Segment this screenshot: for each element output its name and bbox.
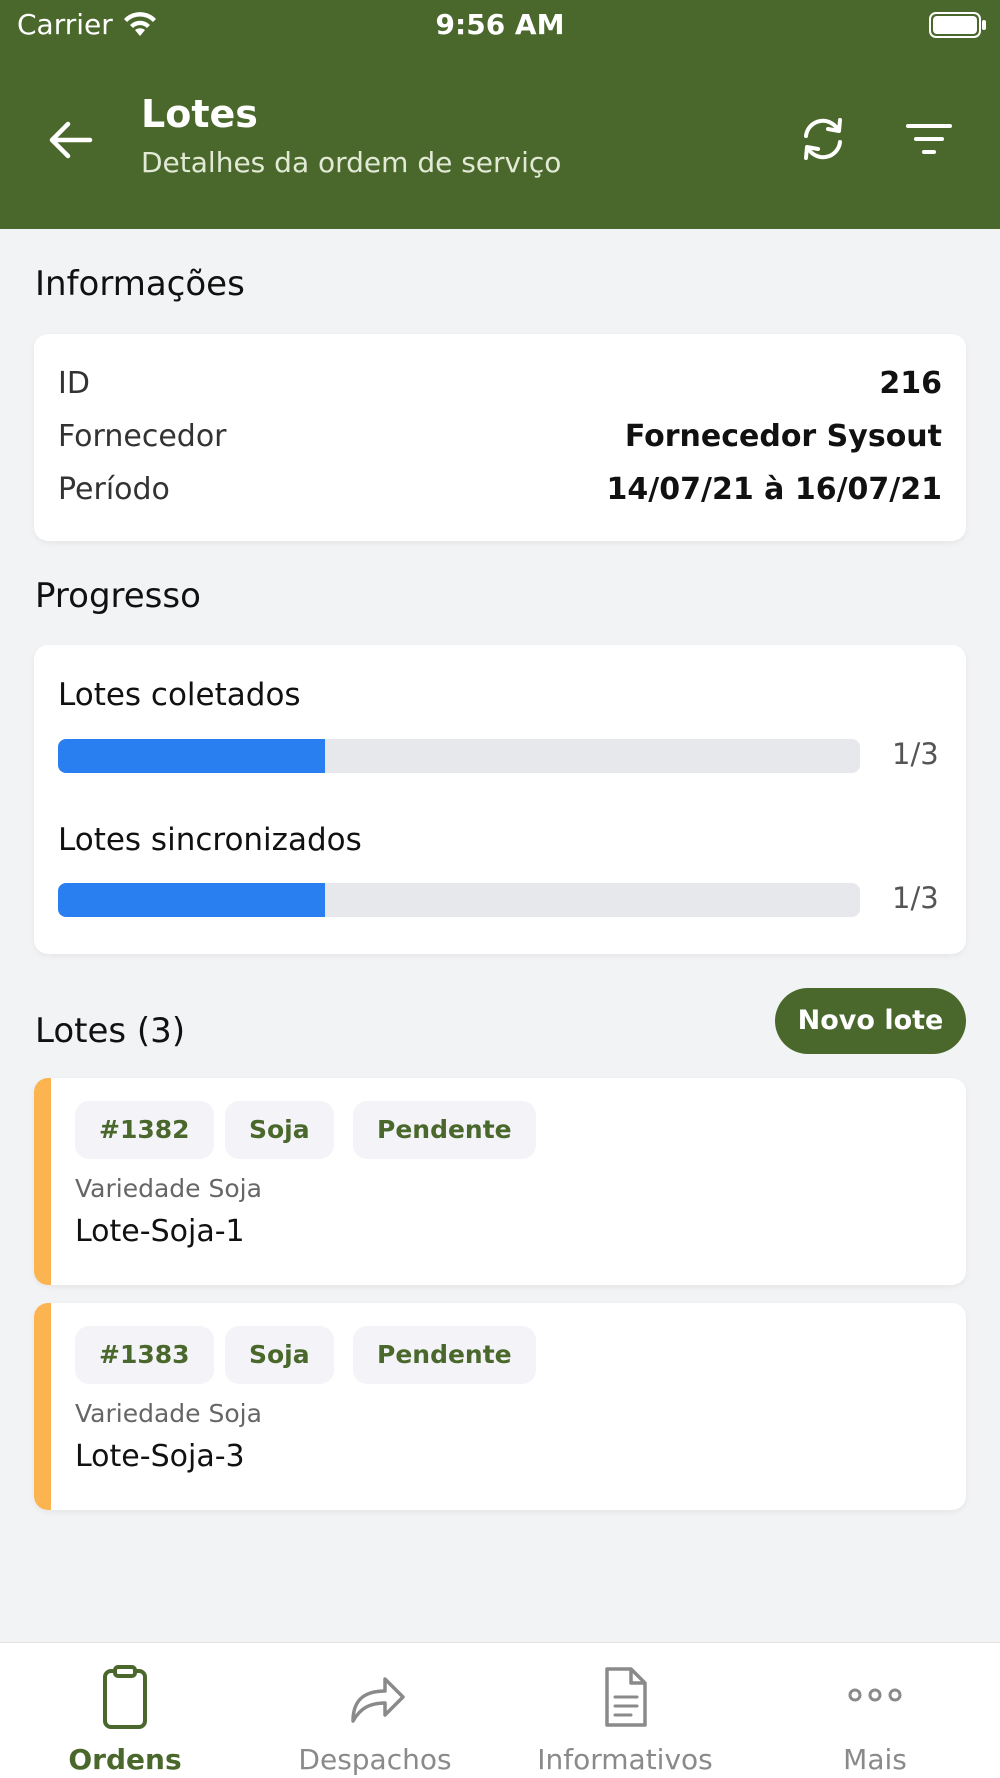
tab-label: Informativos (537, 1743, 713, 1776)
tab-label: Ordens (68, 1743, 182, 1776)
tab-mais[interactable]: Mais (750, 1643, 1000, 1778)
progress-count-coletados: 1/3 (892, 737, 939, 771)
info-row-id: ID 216 (58, 366, 942, 410)
lote-variety: Variedade Soja (75, 1174, 262, 1203)
battery-icon (929, 12, 986, 38)
lote-id-chip: #1383 (75, 1326, 214, 1384)
crop-chip: Soja (225, 1326, 334, 1384)
info-section-title: Informações (35, 264, 245, 304)
tab-label: Despachos (298, 1743, 452, 1776)
more-dots-icon (848, 1688, 902, 1702)
info-card: ID 216 Fornecedor Fornecedor Sysout Perí… (34, 334, 966, 541)
tab-ordens[interactable]: Ordens (0, 1643, 250, 1778)
lotes-section-title: Lotes (3) (35, 1011, 186, 1051)
new-lote-button[interactable]: Novo lote (775, 988, 966, 1054)
progress-fill (58, 739, 326, 773)
info-label: ID (58, 366, 90, 401)
status-stripe (34, 1078, 51, 1285)
info-value: 216 (879, 366, 942, 401)
progress-count-sincronizados: 1/3 (892, 881, 939, 915)
tab-label: Mais (843, 1743, 907, 1776)
info-label: Período (58, 472, 170, 507)
tab-despachos[interactable]: Despachos (250, 1643, 500, 1778)
status-time: 9:56 AM (435, 8, 565, 41)
back-arrow-icon[interactable] (46, 118, 94, 162)
status-chip: Pendente (353, 1326, 536, 1384)
clipboard-icon (103, 1665, 147, 1729)
info-row-periodo: Período 14/07/21 à 16/07/21 (58, 472, 942, 516)
document-icon (605, 1667, 647, 1727)
lote-card[interactable]: #1383 Soja Pendente Variedade Soja Lote-… (34, 1303, 966, 1510)
status-chip: Pendente (353, 1101, 536, 1159)
crop-chip: Soja (225, 1101, 334, 1159)
refresh-icon[interactable] (798, 114, 848, 164)
share-arrow-icon (351, 1677, 405, 1723)
bottom-tab-bar: Ordens Despachos Informativos Mais (0, 1642, 1000, 1778)
progress-bar-sincronizados (58, 883, 860, 917)
page-subtitle: Detalhes da ordem de serviço (141, 146, 562, 179)
lote-name: Lote-Soja-3 (75, 1439, 245, 1474)
info-value: 14/07/21 à 16/07/21 (606, 472, 942, 507)
lote-variety: Variedade Soja (75, 1399, 262, 1428)
progress-section-title: Progresso (35, 576, 201, 616)
progress-label-coletados: Lotes coletados (58, 677, 301, 713)
page-title: Lotes (141, 92, 258, 136)
progress-card: Lotes coletados 1/3 Lotes sincronizados … (34, 645, 966, 954)
app-header: Carrier 9:56 AM Lotes Detalhes da ordem … (0, 0, 1000, 229)
info-label: Fornecedor (58, 419, 227, 454)
progress-fill (58, 883, 326, 917)
status-bar: Carrier 9:56 AM (0, 0, 1000, 50)
filter-icon[interactable] (904, 122, 954, 156)
lote-name: Lote-Soja-1 (75, 1214, 245, 1249)
progress-label-sincronizados: Lotes sincronizados (58, 822, 362, 858)
progress-bar-coletados (58, 739, 860, 773)
info-value: Fornecedor Sysout (624, 419, 942, 454)
status-stripe (34, 1303, 51, 1510)
lote-id-chip: #1382 (75, 1101, 214, 1159)
info-row-fornecedor: Fornecedor Fornecedor Sysout (58, 419, 942, 463)
lote-card[interactable]: #1382 Soja Pendente Variedade Soja Lote-… (34, 1078, 966, 1285)
tab-informativos[interactable]: Informativos (500, 1643, 750, 1778)
